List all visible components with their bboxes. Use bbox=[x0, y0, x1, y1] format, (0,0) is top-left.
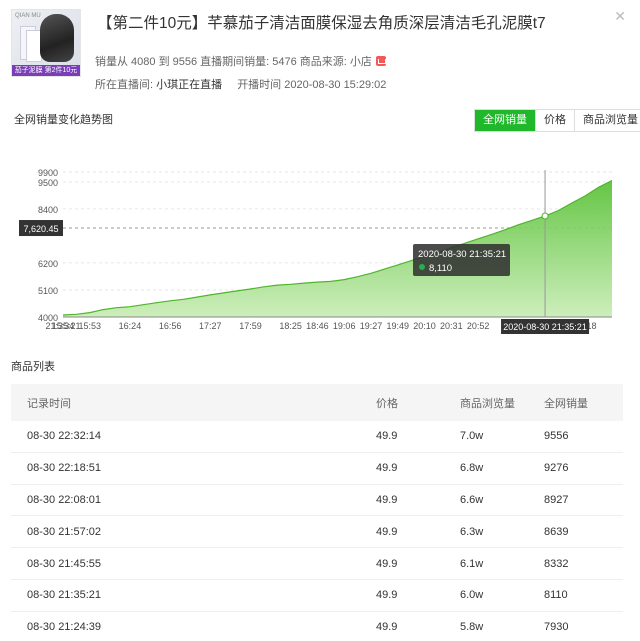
cell-sales: 9556 bbox=[544, 430, 569, 443]
tab-price[interactable]: 价格 bbox=[535, 110, 574, 131]
tooltip-time: 2020-08-30 21:35:21 bbox=[418, 249, 506, 260]
sales-trend-chart[interactable]: 4000510062008400950099007,620.4515:34 15:… bbox=[0, 150, 640, 340]
table-row: 08-30 22:08:01 49.9 6.6w 8927 bbox=[11, 485, 623, 517]
table-row: 08-30 21:45:55 49.9 6.1w 8332 bbox=[11, 548, 623, 580]
cell-views: 6.3w bbox=[460, 525, 484, 538]
table-row: 08-30 22:18:51 49.9 6.8w 9276 bbox=[11, 453, 623, 485]
chart-tabs: 全网销量 价格 商品浏览量 bbox=[474, 109, 640, 132]
cell-price: 49.9 bbox=[376, 462, 398, 475]
product-title: 【第二件10元】芊慕茄子清洁面膜保湿去角质深层清洁毛孔泥膜t7 bbox=[97, 15, 546, 32]
cell-time: 08-30 22:08:01 bbox=[27, 493, 102, 506]
crosshair-x-label: 2020-08-30 21:35:21 bbox=[503, 322, 587, 332]
product-header: QIAN MU 茄子泥膜 第2件10元 【第二件10元】芊慕茄子清洁面膜保湿去角… bbox=[11, 9, 621, 91]
cell-sales: 8110 bbox=[544, 589, 568, 602]
chart-title: 全网销量变化趋势图 bbox=[14, 114, 113, 126]
x-tick-label: 20:31 bbox=[440, 321, 463, 331]
col-views: 商品浏览量 bbox=[460, 397, 515, 410]
start-time: 开播时间 2020-08-30 15:29:02 bbox=[237, 79, 387, 91]
table-row: 08-30 22:32:14 49.9 7.0w 9556 bbox=[11, 421, 623, 453]
tab-sales[interactable]: 全网销量 bbox=[475, 110, 535, 131]
tooltip-value: 8,110 bbox=[429, 263, 452, 274]
cell-time: 08-30 21:35:21 bbox=[27, 589, 102, 602]
list-title: 商品列表 bbox=[11, 361, 55, 373]
cell-views: 6.6w bbox=[460, 493, 484, 506]
x-tick-label: 15:53 bbox=[79, 321, 102, 331]
x-tick-label: 16:24 bbox=[119, 321, 142, 331]
col-sales: 全网销量 bbox=[544, 397, 588, 410]
crosshair-y-label: 7,620.45 bbox=[23, 224, 58, 234]
y-tick-label: 5100 bbox=[38, 286, 58, 296]
x-tick-label: 20:10 bbox=[413, 321, 436, 331]
y-tick-label: 9900 bbox=[38, 168, 58, 178]
product-table: 记录时间 价格 商品浏览量 全网销量 08-30 22:32:14 49.9 7… bbox=[11, 384, 623, 641]
x-tick-label: 19:49 bbox=[386, 321, 409, 331]
cell-sales: 8332 bbox=[544, 557, 569, 570]
sales-line: 销量从 4080 到 9556 直播期间销量: 5476 商品来源: 小店 bbox=[95, 53, 386, 69]
col-price: 价格 bbox=[376, 397, 398, 410]
cell-views: 6.1w bbox=[460, 557, 484, 570]
cell-price: 49.9 bbox=[376, 493, 398, 506]
thumb-brand: QIAN MU bbox=[15, 13, 41, 19]
table-row: 08-30 21:57:02 49.9 6.3w 8639 bbox=[11, 516, 623, 549]
x-tick-label: 20:52 bbox=[467, 321, 490, 331]
x-tick-label: 19:06 bbox=[333, 321, 356, 331]
tooltip-dot bbox=[419, 264, 425, 270]
x-tick-label: 18:25 bbox=[279, 321, 302, 331]
x-tick-label: 19:27 bbox=[360, 321, 383, 331]
room-line: 所在直播间: 小琪正在直播 开播时间 2020-08-30 15:29:02 bbox=[95, 76, 386, 92]
cell-time: 08-30 22:32:14 bbox=[27, 430, 102, 443]
room-name[interactable]: 小琪正在直播 bbox=[156, 79, 222, 91]
cell-time: 08-30 22:18:51 bbox=[27, 462, 102, 475]
cell-sales: 8639 bbox=[544, 525, 569, 538]
thumb-face-mask bbox=[40, 14, 74, 62]
sales-text: 销量从 4080 到 9556 直播期间销量: 5476 商品来源: 小店 bbox=[95, 56, 372, 68]
y-tick-label: 9500 bbox=[38, 178, 58, 188]
room-label: 所在直播间: bbox=[95, 79, 154, 91]
cell-time: 08-30 21:45:55 bbox=[27, 557, 102, 570]
x-tick-label: 16:56 bbox=[159, 321, 182, 331]
crosshair-point bbox=[541, 212, 549, 220]
table-row: 08-30 21:35:21 49.9 6.0w 8110 bbox=[11, 580, 623, 612]
cell-price: 49.9 bbox=[376, 525, 398, 538]
y-tick-label: 6200 bbox=[38, 259, 58, 269]
cell-sales: 7930 bbox=[544, 621, 569, 634]
x-tick-label: 21:35:21 bbox=[45, 321, 80, 331]
cell-views: 5.8w bbox=[460, 621, 484, 634]
cell-time: 08-30 21:24:39 bbox=[27, 621, 102, 634]
x-tick-label: 17:27 bbox=[199, 321, 222, 331]
col-time: 记录时间 bbox=[27, 397, 71, 410]
x-tick-label: 18:46 bbox=[306, 321, 329, 331]
product-thumbnail[interactable]: QIAN MU 茄子泥膜 第2件10元 bbox=[11, 9, 81, 77]
sales-area bbox=[63, 180, 612, 317]
cell-views: 6.0w bbox=[460, 589, 484, 602]
x-tick-label: 17:59 bbox=[239, 321, 262, 331]
tab-views[interactable]: 商品浏览量 bbox=[574, 110, 640, 131]
cell-sales: 9276 bbox=[544, 462, 569, 475]
table-row: 08-30 21:24:39 49.9 5.8w 7930 bbox=[11, 612, 623, 641]
cell-price: 49.9 bbox=[376, 430, 398, 443]
cell-price: 49.9 bbox=[376, 589, 398, 602]
shop-icon bbox=[375, 56, 386, 66]
y-tick-label: 8400 bbox=[38, 205, 58, 215]
thumb-tag: 茄子泥膜 第2件10元 bbox=[12, 65, 80, 76]
cell-views: 6.8w bbox=[460, 462, 484, 475]
cell-time: 08-30 21:57:02 bbox=[27, 525, 102, 538]
cell-views: 7.0w bbox=[460, 430, 484, 443]
cell-sales: 8927 bbox=[544, 493, 569, 506]
table-header: 记录时间 价格 商品浏览量 全网销量 bbox=[11, 384, 623, 421]
cell-price: 49.9 bbox=[376, 557, 398, 570]
cell-price: 49.9 bbox=[376, 621, 398, 634]
